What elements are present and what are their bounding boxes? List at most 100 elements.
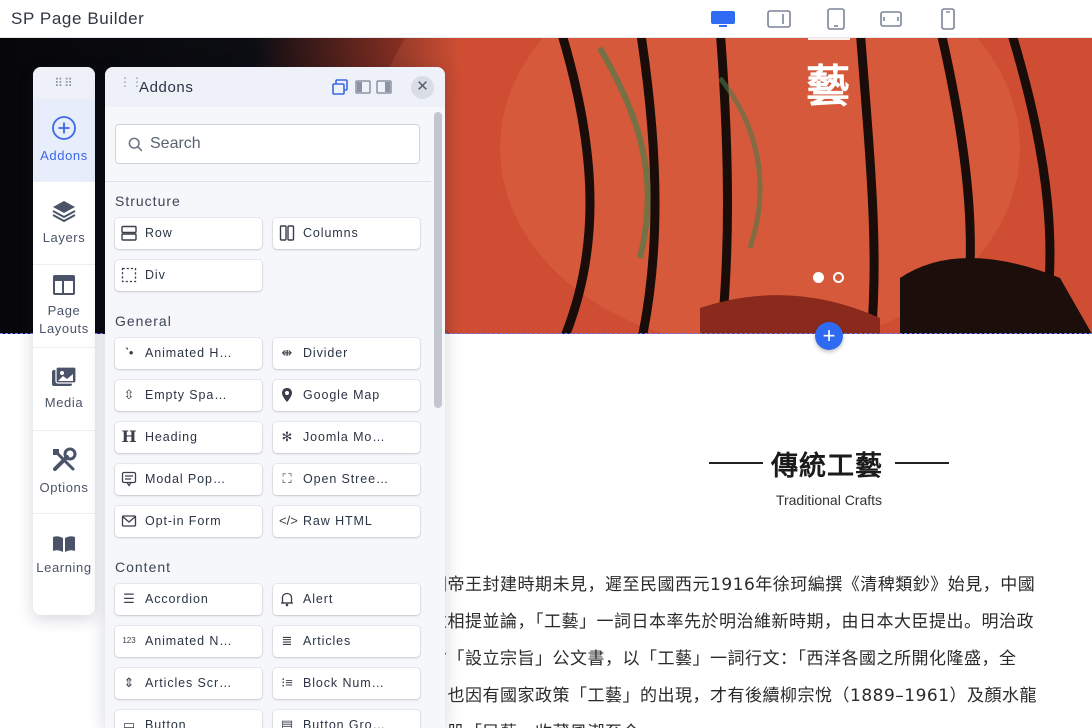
addon-empty-space[interactable]: ⇳ Empty Spa… (115, 380, 262, 411)
columns-icon (279, 225, 295, 241)
sidebar-item-label: Learning (36, 559, 92, 575)
addon-button[interactable]: ▭ Button (115, 710, 262, 728)
sidebar-item-options[interactable]: Options (33, 431, 95, 514)
block-number-icon: ⁝≡ (281, 675, 293, 690)
sidebar-item-label: Page Layouts (39, 303, 89, 336)
addon-label: Raw HTML (303, 514, 373, 528)
addon-label: Articles (303, 634, 352, 648)
tablet-landscape-device-icon[interactable] (874, 7, 908, 31)
accordion-icon: ☰ (123, 591, 135, 606)
addon-label: Divider (303, 346, 349, 360)
divider-icon: ⇼ (281, 345, 293, 360)
tools-icon (53, 447, 77, 471)
addon-open-street-map[interactable]: ⛶ Open Stree… (273, 464, 420, 495)
addon-block-number[interactable]: ⁝≡ Block Num… (273, 668, 420, 699)
addon-joomla-module[interactable]: ✻ Joomla Mo… (273, 422, 420, 453)
add-section-button[interactable]: + (815, 322, 843, 350)
addon-label: Modal Pop… (145, 472, 227, 486)
top-bar: SP Page Builder (0, 0, 1092, 38)
sidebar-item-media[interactable]: Media (33, 348, 95, 431)
addon-heading[interactable]: H Heading (115, 422, 262, 453)
addon-articles[interactable]: ≣ Articles (273, 626, 420, 657)
sidebar-item-learning[interactable]: Learning (33, 514, 95, 597)
tablet-device-icon[interactable] (819, 7, 853, 31)
plus-circle-icon (52, 116, 76, 140)
layers-icon (52, 201, 76, 223)
section-heading-block: 傳統工藝 (709, 442, 949, 482)
slider-dot-2[interactable] (833, 272, 844, 283)
addon-animated-number[interactable]: 123 Animated N… (115, 626, 262, 657)
section-heading: 傳統工藝 (771, 451, 883, 482)
addon-animated-heading[interactable]: ˺• Animated H… (115, 338, 262, 369)
addon-row[interactable]: Row (115, 218, 262, 249)
laptop-device-icon[interactable] (762, 7, 796, 31)
dock-right-icon[interactable] (376, 79, 392, 95)
empty-space-icon: ⇳ (123, 387, 135, 402)
sidebar-item-label: Addons (40, 148, 88, 163)
addon-accordion[interactable]: ☰ Accordion (115, 584, 262, 615)
addon-alert[interactable]: Alert (273, 584, 420, 615)
section-subheading: Traditional Crafts (775, 492, 883, 508)
group-title-general: General (115, 313, 172, 329)
addon-label: Animated N… (145, 634, 233, 648)
addon-label: Block Num… (303, 676, 385, 690)
sidebar-item-label: Layers (42, 230, 86, 245)
addon-label: Articles Scr… (145, 676, 233, 690)
mobile-device-icon[interactable] (931, 7, 965, 31)
animated-heading-icon: ˺• (124, 345, 134, 360)
paragraph-line: 國帝王封建時期未見，遲至民國西元1916年徐珂編撰《清稗類鈔》始見，中國 (430, 575, 1036, 595)
scrollbar-thumb[interactable] (434, 112, 442, 408)
addon-google-map[interactable]: Google Map (273, 380, 420, 411)
sidebar-item-label: Options (39, 480, 89, 495)
paragraph-line: 一股「民藝」收藏風潮至今。 (430, 718, 658, 728)
addon-label: Button (145, 718, 187, 728)
panel-header: ⋮⋮ Addons ✕ (105, 67, 445, 107)
addon-modal-popup[interactable]: Modal Pop… (115, 464, 262, 495)
row-icon (121, 225, 137, 241)
builder-sidebar: ⠿⠿ Addons Layers Page Layouts Media Opti… (33, 67, 95, 615)
heading-line-left (709, 462, 763, 464)
addon-label: Joomla Mo… (303, 430, 386, 444)
group-title-structure: Structure (115, 193, 181, 209)
addon-label: Animated H… (145, 346, 233, 360)
addon-button-group[interactable]: ▤ Button Gro… (273, 710, 420, 728)
paragraph-line: ，也因有國家政策「工藝」的出現，才有後續柳宗悅（1889–1961）及顏水龍 (430, 686, 1038, 706)
float-panel-icon[interactable] (332, 79, 348, 95)
slider-dot-1[interactable] (813, 272, 824, 283)
dock-left-icon[interactable] (355, 79, 371, 95)
addon-opt-in-form[interactable]: Opt-in Form (115, 506, 262, 537)
hero-title: 藝 (806, 61, 850, 112)
drag-handle-icon[interactable]: ⠿⠿ (33, 67, 95, 99)
addon-label: Row (145, 226, 173, 240)
sidebar-item-addons[interactable]: Addons (33, 99, 95, 182)
button-group-icon: ▤ (280, 717, 294, 728)
addon-columns[interactable]: Columns (273, 218, 420, 249)
addons-panel: ⋮⋮ Addons ✕ Structure Row Columns Div Ge… (105, 67, 445, 728)
envelope-icon (121, 515, 137, 527)
articles-icon: ≣ (281, 633, 293, 648)
desktop-device-icon[interactable] (706, 7, 740, 31)
hero-title-underline (808, 38, 850, 40)
animated-number-icon: 123 (122, 636, 136, 645)
code-icon: </> (279, 513, 298, 528)
addon-raw-html[interactable]: </> Raw HTML (273, 506, 420, 537)
addon-label: Opt-in Form (145, 514, 222, 528)
open-street-map-icon: ⛶ (282, 471, 292, 486)
page-layouts-icon (53, 275, 75, 295)
search-input[interactable] (150, 133, 410, 155)
search-icon (128, 137, 143, 152)
close-icon[interactable]: ✕ (411, 76, 434, 99)
addon-label: Button Gro… (303, 718, 386, 728)
addon-label: Heading (145, 430, 198, 444)
book-icon (53, 535, 75, 552)
addon-label: Google Map (303, 388, 381, 402)
articles-scroller-icon: ⇕ (123, 675, 135, 690)
addon-articles-scroller[interactable]: ⇕ Articles Scr… (115, 668, 262, 699)
app-title: SP Page Builder (11, 9, 145, 28)
addon-label: Empty Spa… (145, 388, 228, 402)
div-icon (121, 267, 137, 283)
sidebar-item-page-layouts[interactable]: Page Layouts (33, 265, 95, 348)
addon-div[interactable]: Div (115, 260, 262, 291)
addon-divider[interactable]: ⇼ Divider (273, 338, 420, 369)
sidebar-item-layers[interactable]: Layers (33, 182, 95, 265)
